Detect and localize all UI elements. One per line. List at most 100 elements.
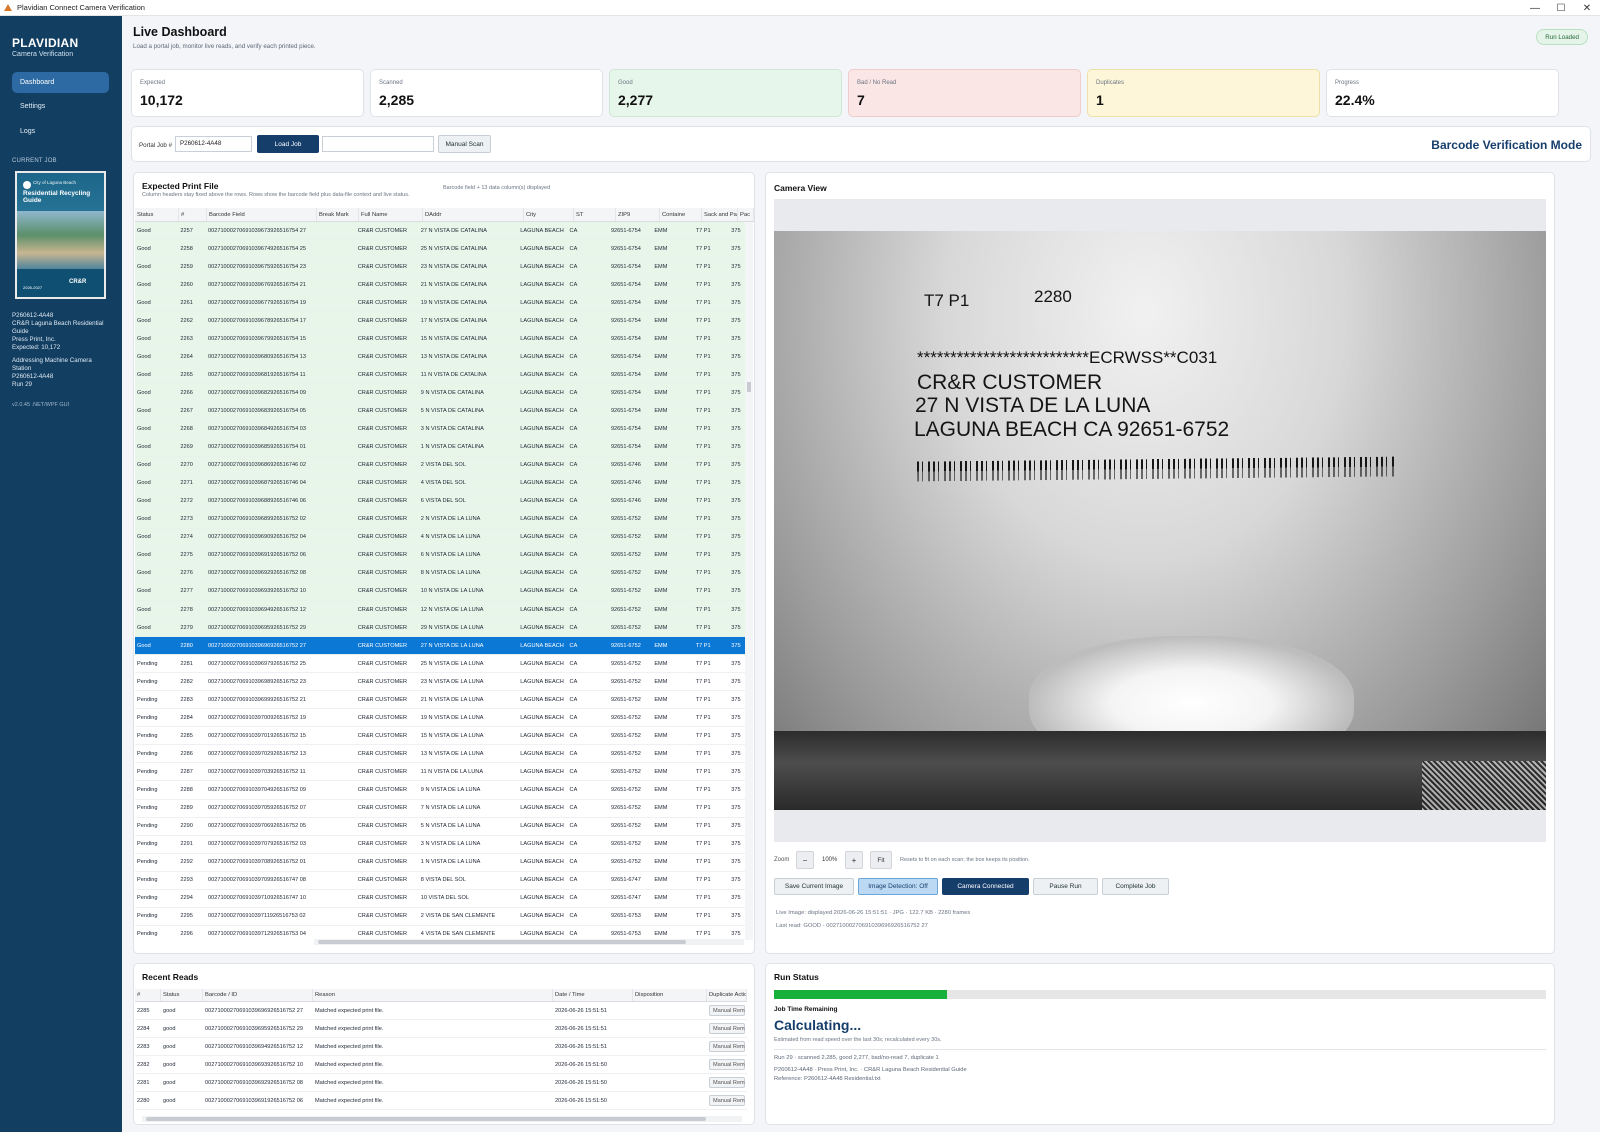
table-row[interactable]: Good 2266 00271000270691039682926516754 09…: [135, 384, 745, 403]
table-row[interactable]: Pending 2286 00271000270691039702926516752…: [135, 745, 745, 764]
camera-viewport[interactable]: T7 P1 2280 **************************ECR…: [774, 199, 1546, 842]
table-row[interactable]: Pending 2285 00271000270691039701926516752…: [135, 727, 745, 746]
zoom-fit-button[interactable]: Fit: [870, 851, 892, 869]
manual-remove-button[interactable]: Manual Rem: [709, 1041, 745, 1052]
table-row[interactable]: Good 2275 00271000270691039691926516752 06…: [135, 546, 745, 565]
column-header[interactable]: DAddr: [423, 208, 524, 221]
close-button[interactable]: ✕: [1574, 0, 1600, 16]
table-row[interactable]: Pending 2296 00271000270691039712926516753…: [135, 925, 745, 940]
table-row[interactable]: Good 2265 00271000270691039681926516754 11…: [135, 366, 745, 385]
table-row[interactable]: Good 2270 00271000270691039686926516746 02…: [135, 456, 745, 475]
column-header[interactable]: Sack and Pa: [702, 208, 738, 221]
zoom-out-button[interactable]: −: [796, 851, 814, 869]
list-item[interactable]: 2284 good 00271000270691039695926516752 29…: [135, 1020, 747, 1038]
column-header[interactable]: Barcode / ID: [203, 989, 313, 1001]
table-cell: CA: [569, 534, 578, 541]
table-row[interactable]: Pending 2292 00271000270691039708926516752…: [135, 853, 745, 872]
column-header[interactable]: Status: [135, 208, 179, 221]
table-row[interactable]: Good 2269 00271000270691039685926516754 01…: [135, 438, 745, 457]
camera-connected-button[interactable]: Camera Connected: [942, 878, 1029, 895]
table-row[interactable]: Pending 2295 00271000270691039711926516753…: [135, 907, 745, 926]
column-header[interactable]: City: [524, 208, 574, 221]
nav-logs[interactable]: Logs: [12, 121, 109, 142]
column-header[interactable]: Barcode Field: [207, 208, 317, 221]
list-item[interactable]: 2283 good 00271000270691039694926516752 12…: [135, 1038, 747, 1056]
manual-remove-button[interactable]: Manual Rem: [709, 1095, 745, 1106]
list-item[interactable]: 2285 good 00271000270691039696926516752 27…: [135, 1002, 747, 1020]
complete-job-button[interactable]: Complete Job: [1102, 878, 1169, 895]
zoom-in-button[interactable]: +: [845, 851, 863, 869]
table-cell: CR&R CUSTOMER: [357, 281, 408, 288]
table-row[interactable]: Good 2279 00271000270691039695926516752 29…: [135, 619, 745, 638]
print-file-vscroll[interactable]: [745, 222, 753, 940]
column-header[interactable]: Duplicate Actic: [707, 989, 747, 1001]
portal-job-input[interactable]: P260612-4A48: [175, 136, 252, 152]
table-row[interactable]: Good 2278 00271000270691039694926516752 12…: [135, 600, 745, 620]
table-row[interactable]: Pending 2284 00271000270691039700926516752…: [135, 709, 745, 728]
table-row[interactable]: Pending 2287 00271000270691039703926516752…: [135, 763, 745, 782]
manual-scan-button[interactable]: Manual Scan: [438, 135, 491, 153]
table-row[interactable]: Good 2260 00271000270691039676926516754 21…: [135, 276, 745, 295]
table-row[interactable]: Good 2267 00271000270691039683926516754 05…: [135, 402, 745, 421]
column-header[interactable]: ST: [574, 208, 616, 221]
print-file-grid[interactable]: Good 2257 00271000270691039673926516754 27…: [135, 222, 745, 940]
list-item[interactable]: 2282 good 00271000270691039693926516752 10…: [135, 1056, 747, 1074]
list-item[interactable]: 2281 good 00271000270691039692926516752 08…: [135, 1074, 747, 1092]
table-row[interactable]: Good 2274 00271000270691039690926516752 04…: [135, 528, 745, 547]
column-header[interactable]: #: [179, 208, 207, 221]
print-file-hscroll[interactable]: [314, 939, 744, 945]
table-row[interactable]: Pending 2294 00271000270691039710926516747…: [135, 889, 745, 908]
image-detection-toggle[interactable]: Image Detection: Off: [858, 878, 938, 895]
table-row[interactable]: Good 2273 00271000270691039689926516752 02…: [135, 510, 745, 529]
table-row[interactable]: Pending 2282 00271000270691039698926516752…: [135, 673, 745, 692]
nav-settings[interactable]: Settings: [12, 96, 109, 117]
table-row[interactable]: Good 2276 00271000270691039692926516752 08…: [135, 564, 745, 583]
table-row[interactable]: Good 2261 00271000270691039677926516754 19…: [135, 294, 745, 313]
maximize-button[interactable]: ☐: [1548, 0, 1574, 16]
manual-scan-input[interactable]: [322, 136, 434, 152]
nav-dashboard[interactable]: Dashboard: [12, 72, 109, 93]
table-row[interactable]: Pending 2293 00271000270691039709926516747…: [135, 871, 745, 890]
table-row[interactable]: Pending 2281 00271000270691039697926516752…: [135, 655, 745, 674]
table-row[interactable]: Pending 2289 00271000270691039705926516752…: [135, 799, 745, 818]
table-row[interactable]: Good 2277 00271000270691039693926516752 10…: [135, 582, 745, 601]
table-row[interactable]: Good 2258 00271000270691039674926516754 25…: [135, 240, 745, 259]
table-row[interactable]: Pending 2283 00271000270691039699926516752…: [135, 691, 745, 710]
column-header[interactable]: Containe: [660, 208, 702, 221]
load-job-button[interactable]: Load Job: [257, 135, 319, 153]
table-row[interactable]: Good 2264 00271000270691039680926516754 13…: [135, 348, 745, 367]
manual-remove-button[interactable]: Manual Rem: [709, 1023, 745, 1034]
recent-reads-grid[interactable]: 2285 good 00271000270691039696926516752 27…: [135, 1002, 747, 1114]
recent-reads-hscroll[interactable]: [142, 1116, 742, 1122]
save-image-button[interactable]: Save Current Image: [774, 878, 854, 895]
column-header[interactable]: Full Name: [359, 208, 423, 221]
column-header[interactable]: ZIP9: [616, 208, 660, 221]
table-row[interactable]: Good 2271 00271000270691039687926516746 04…: [135, 474, 745, 493]
table-row[interactable]: Good 2259 00271000270691039675926516754 23…: [135, 258, 745, 277]
manual-remove-button[interactable]: Manual Rem: [709, 1077, 745, 1088]
table-row[interactable]: Good 2280 00271000270691039696926516752 27…: [135, 637, 745, 656]
table-cell: CA: [569, 841, 578, 848]
table-row[interactable]: Good 2272 00271000270691039688926516746 06…: [135, 492, 745, 511]
table-row[interactable]: Pending 2288 00271000270691039704926516752…: [135, 781, 745, 800]
column-header[interactable]: Reason: [313, 989, 553, 1001]
table-cell: LAGUNA BEACH: [520, 732, 564, 739]
pause-run-button[interactable]: Pause Run: [1033, 878, 1098, 895]
column-header[interactable]: Status: [161, 989, 203, 1001]
table-row[interactable]: Good 2257 00271000270691039673926516754 27…: [135, 222, 745, 241]
table-row[interactable]: Good 2268 00271000270691039684926516754 03…: [135, 420, 745, 439]
table-row[interactable]: Good 2263 00271000270691039679926516754 15…: [135, 330, 745, 349]
minimize-button[interactable]: —: [1522, 0, 1548, 16]
manual-remove-button[interactable]: Manual Rem: [709, 1005, 745, 1016]
list-item[interactable]: 2280 good 00271000270691039691926516752 06…: [135, 1092, 747, 1110]
column-header[interactable]: Disposition: [633, 989, 707, 1001]
column-header[interactable]: #: [135, 989, 161, 1001]
table-row[interactable]: Good 2262 00271000270691039678926516754 17…: [135, 312, 745, 331]
table-cell: 25 N VISTA DE LA LUNA: [420, 660, 484, 667]
column-header[interactable]: Date / Time: [553, 989, 633, 1001]
manual-remove-button[interactable]: Manual Rem: [709, 1059, 745, 1070]
table-row[interactable]: Pending 2290 00271000270691039706926516752…: [135, 817, 745, 836]
table-row[interactable]: Pending 2291 00271000270691039707926516752…: [135, 835, 745, 854]
column-header[interactable]: Pac: [738, 208, 754, 221]
column-header[interactable]: Break Mark: [317, 208, 359, 221]
